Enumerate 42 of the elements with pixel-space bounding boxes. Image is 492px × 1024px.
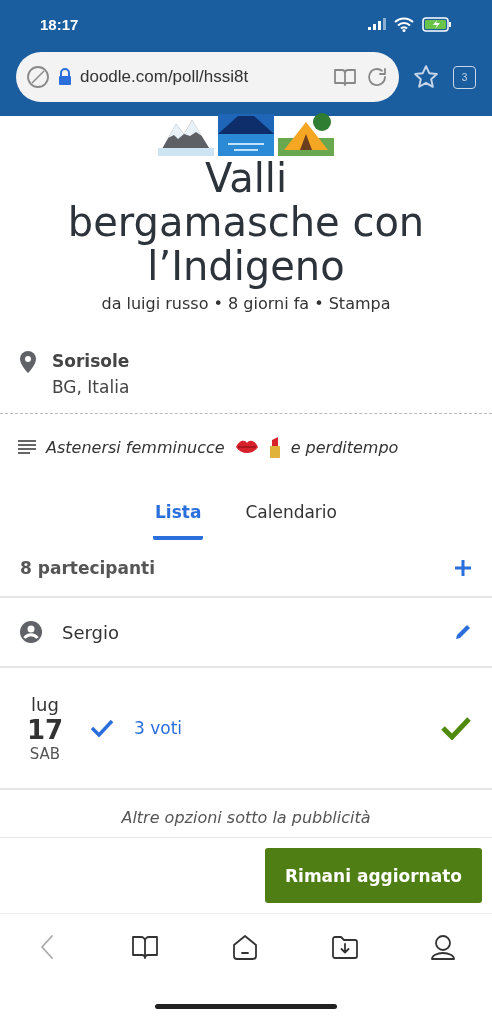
vote-count: 3 voti (134, 718, 183, 738)
user-avatar-icon (20, 621, 42, 643)
lock-icon (58, 68, 72, 86)
profile-icon[interactable] (430, 933, 457, 961)
download-folder-icon[interactable] (330, 934, 359, 960)
book-icon[interactable] (131, 934, 160, 960)
battery-icon (422, 16, 452, 32)
location-name: Sorisole (52, 351, 130, 371)
check-icon (90, 719, 114, 737)
view-tab[interactable]: Lista (153, 494, 204, 540)
edit-icon[interactable] (454, 623, 472, 641)
more-options-note: Altre opzioni sotto la pubblicità (0, 790, 492, 838)
signal-icon (368, 18, 386, 30)
lipstick-icon (268, 436, 281, 458)
wifi-icon (394, 16, 414, 32)
star-icon[interactable] (413, 64, 439, 90)
participant-count: 8 partecipanti (20, 558, 156, 578)
tab-count-button[interactable]: 3 (453, 65, 476, 89)
address-bar[interactable]: doodle.com/poll/hssi8t (16, 52, 399, 102)
location-region: BG, Italia (52, 377, 130, 397)
location-pin-icon (20, 351, 36, 373)
option-month: lug (31, 693, 59, 715)
add-icon[interactable] (454, 559, 472, 577)
option-weekday: SAB (29, 744, 61, 763)
reload-icon[interactable] (365, 65, 389, 89)
participant-name: Sergio (62, 621, 120, 643)
vote-check-icon[interactable] (440, 716, 472, 740)
view-tab[interactable]: Calendario (243, 494, 339, 540)
option-day: 17 (26, 714, 64, 745)
home-icon[interactable] (231, 933, 259, 961)
poll-title: Valli bergamasche con l’Indigeno (66, 156, 426, 288)
stay-updated-button[interactable]: Rimani aggiornato (264, 848, 482, 903)
status-time: 18:17 (40, 15, 79, 33)
url-text: doodle.com/poll/hssi8t (80, 67, 250, 87)
poll-meta: da luigi russo • 8 giorni fa • Stampa (101, 294, 391, 313)
lips-icon (234, 439, 259, 455)
adblock-icon[interactable] (26, 65, 50, 89)
mountain-lake-icon (218, 114, 274, 156)
tent-icon (278, 112, 334, 156)
description-icon (18, 440, 36, 454)
description-text: e perditempo (290, 437, 399, 457)
description-text: Astenersi femminucce (46, 437, 225, 457)
